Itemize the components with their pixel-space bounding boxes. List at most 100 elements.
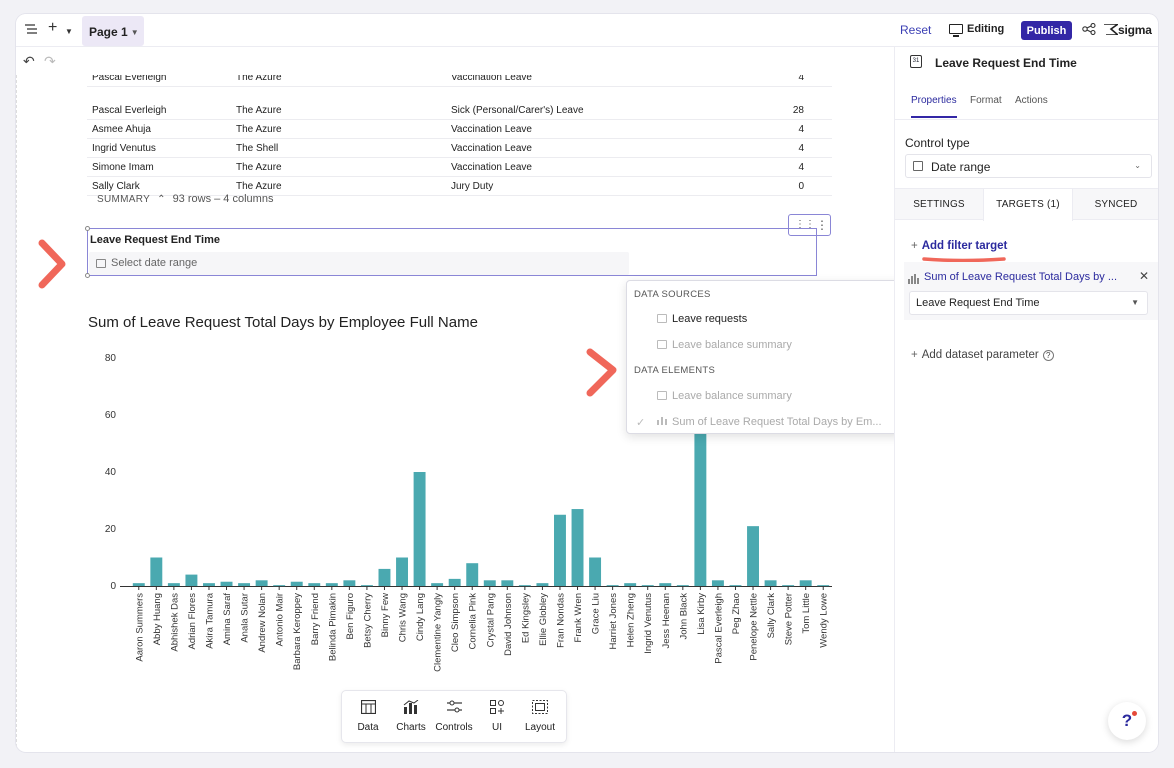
bar-akira-tamura[interactable]: [203, 583, 215, 586]
editing-button[interactable]: Editing: [943, 20, 1013, 40]
close-icon[interactable]: ✕: [1139, 269, 1149, 283]
x-tick-label: Barry Friend: [310, 593, 321, 645]
cell-name: Ingrid Venutus: [92, 143, 156, 154]
data-sources-header: DATA SOURCES: [634, 289, 711, 300]
bar-grace-liu[interactable]: [589, 557, 602, 587]
x-tick-label: Abhishek Das: [169, 593, 180, 652]
table-row[interactable]: Pascal Everleigh The Azure Sick (Personal/…: [87, 101, 832, 120]
dropdown-item-leave-requests[interactable]: Leave requests: [657, 313, 747, 325]
target-column-select[interactable]: Leave Request End Time ▼: [909, 291, 1148, 315]
chevron-up-icon[interactable]: ⌃: [157, 194, 165, 205]
bar-helen-zheng[interactable]: [624, 583, 637, 586]
table-row[interactable]: Simone Imam The Azure Vaccination Leave 4: [87, 158, 832, 177]
bar-cindy-lang[interactable]: [413, 472, 426, 586]
bar-aaron-summers[interactable]: [132, 583, 145, 586]
bar-tom-little[interactable]: [799, 580, 812, 586]
bar-sally-clark[interactable]: [764, 580, 777, 586]
add-filter-target-button[interactable]: + Add filter target: [911, 240, 1007, 252]
date-range-control[interactable]: Leave Request End Time Select date range: [85, 226, 817, 278]
bar-david-johnson[interactable]: [501, 580, 514, 586]
toolbar-ui-button[interactable]: UI: [475, 700, 519, 733]
add-page-chevron-icon[interactable]: ▼: [65, 25, 73, 39]
bar-antonio-mair[interactable]: [273, 585, 286, 587]
cell-leave-type: Vaccination Leave: [451, 162, 532, 173]
bar-harriet-jones[interactable]: [606, 585, 619, 587]
cell-team: The Azure: [236, 75, 282, 83]
bar-barry-friend[interactable]: [308, 583, 321, 586]
tab-format[interactable]: Format: [970, 95, 1002, 106]
tab-targets[interactable]: TARGETS (1): [983, 189, 1073, 221]
tab-synced[interactable]: SYNCED: [1073, 189, 1158, 220]
cell-leave-type: Sick (Personal/Carer's) Leave: [451, 105, 584, 116]
bar-ben-figuro[interactable]: [343, 580, 356, 586]
bar-frank-wren[interactable]: [571, 509, 584, 586]
bar-chris-wang[interactable]: [396, 557, 408, 587]
control-type-label: Control type: [905, 136, 970, 150]
bar-andrew-nolan[interactable]: [255, 580, 268, 586]
bar-anala-sutar[interactable]: [238, 583, 251, 586]
bar-cleo-simpson[interactable]: [448, 578, 461, 586]
dropdown-item-label: Leave balance summary: [672, 339, 792, 351]
toolbar-controls-button[interactable]: Controls: [432, 700, 476, 733]
bar-pascal-everleigh[interactable]: [711, 580, 724, 586]
bar-fran-nondas[interactable]: [554, 514, 566, 586]
more-menu-icon[interactable]: ⋮: [816, 218, 828, 232]
bar-steve-potter[interactable]: [782, 585, 795, 587]
cell-team: The Azure: [236, 162, 282, 173]
bar-ellie-globley[interactable]: [536, 583, 549, 586]
add-dataset-parameter-button[interactable]: + Add dataset parameter?: [911, 349, 1054, 361]
bar-jess-heenan[interactable]: [659, 583, 672, 586]
tab-settings[interactable]: SETTINGS: [895, 189, 983, 220]
date-range-placeholder: Select date range: [111, 257, 198, 269]
outline-icon[interactable]: [25, 23, 37, 37]
y-tick-label: 20: [105, 524, 117, 535]
lineage-icon[interactable]: [1082, 22, 1096, 38]
y-tick-label: 80: [105, 353, 117, 364]
bar-binny-few[interactable]: [378, 568, 391, 586]
dropdown-item-leave-balance-summary[interactable]: Leave balance summary: [657, 339, 792, 351]
undo-icon[interactable]: ↶: [23, 53, 35, 70]
bar-ed-kingsley[interactable]: [518, 585, 531, 587]
dropdown-item-leave-balance-element[interactable]: Leave balance summary: [657, 390, 792, 402]
bar-adrian-flores[interactable]: [185, 574, 198, 586]
chevron-down-icon: ▼: [130, 28, 139, 37]
calendar-icon: 31: [910, 55, 922, 68]
table-icon: [657, 314, 667, 323]
bar-penelope-nettle[interactable]: [747, 526, 759, 586]
date-range-input[interactable]: Select date range: [89, 252, 629, 275]
filter-target-name[interactable]: Sum of Leave Request Total Days by ...: [924, 271, 1129, 283]
bar-cornelia-pink[interactable]: [466, 563, 479, 586]
publish-button[interactable]: Publish: [1021, 21, 1072, 40]
control-type-select[interactable]: Date range ⌄: [905, 154, 1152, 178]
toolbar-data-button[interactable]: Data: [346, 699, 390, 733]
toolbar-charts-button[interactable]: Charts: [389, 699, 433, 733]
bar-abhishek-das[interactable]: [167, 583, 180, 586]
resize-handle[interactable]: [85, 226, 90, 231]
bar-ingrid-venutus[interactable]: [641, 585, 654, 587]
redo-icon[interactable]: ↷: [44, 53, 56, 70]
bar-wendy-lowe[interactable]: [817, 585, 830, 587]
table-row[interactable]: Asmee Ahuja The Azure Vaccination Leave 4: [87, 120, 832, 139]
table-row[interactable]: Pascal Everleigh The Azure Vaccination Lea…: [87, 75, 832, 87]
table-icon: [657, 340, 667, 349]
help-circle-icon[interactable]: ?: [1042, 350, 1054, 361]
toolbar-layout-button[interactable]: Layout: [518, 700, 562, 733]
bar-barbara-keroppey[interactable]: [290, 581, 303, 586]
bar-belinda-pimakin[interactable]: [325, 583, 338, 586]
add-page-icon[interactable]: +: [48, 20, 57, 36]
dropdown-item-chart-element[interactable]: ✓ Sum of Leave Request Total Days by Em.…: [636, 416, 882, 429]
tab-actions[interactable]: Actions: [1015, 95, 1048, 106]
reset-button[interactable]: Reset: [900, 23, 931, 37]
bar-betsy-cherry[interactable]: [360, 585, 373, 587]
tab-properties[interactable]: Properties: [911, 95, 957, 118]
bar-john-black[interactable]: [676, 585, 689, 587]
page-tab[interactable]: Page 1 ▼: [82, 16, 144, 46]
bar-peg-zhao[interactable]: [729, 585, 742, 587]
table-row[interactable]: Ingrid Venutus The Shell Vaccination Leave…: [87, 139, 832, 158]
bar-abby-huang[interactable]: [150, 557, 163, 587]
bar-clementine-yangly[interactable]: [431, 583, 444, 586]
table-summary[interactable]: SUMMARY ⌃ 93 rows – 4 columns: [97, 193, 273, 205]
bar-amina-saraf[interactable]: [220, 581, 233, 586]
help-button[interactable]: ?: [1108, 702, 1146, 740]
bar-crystal-pang[interactable]: [483, 580, 496, 586]
